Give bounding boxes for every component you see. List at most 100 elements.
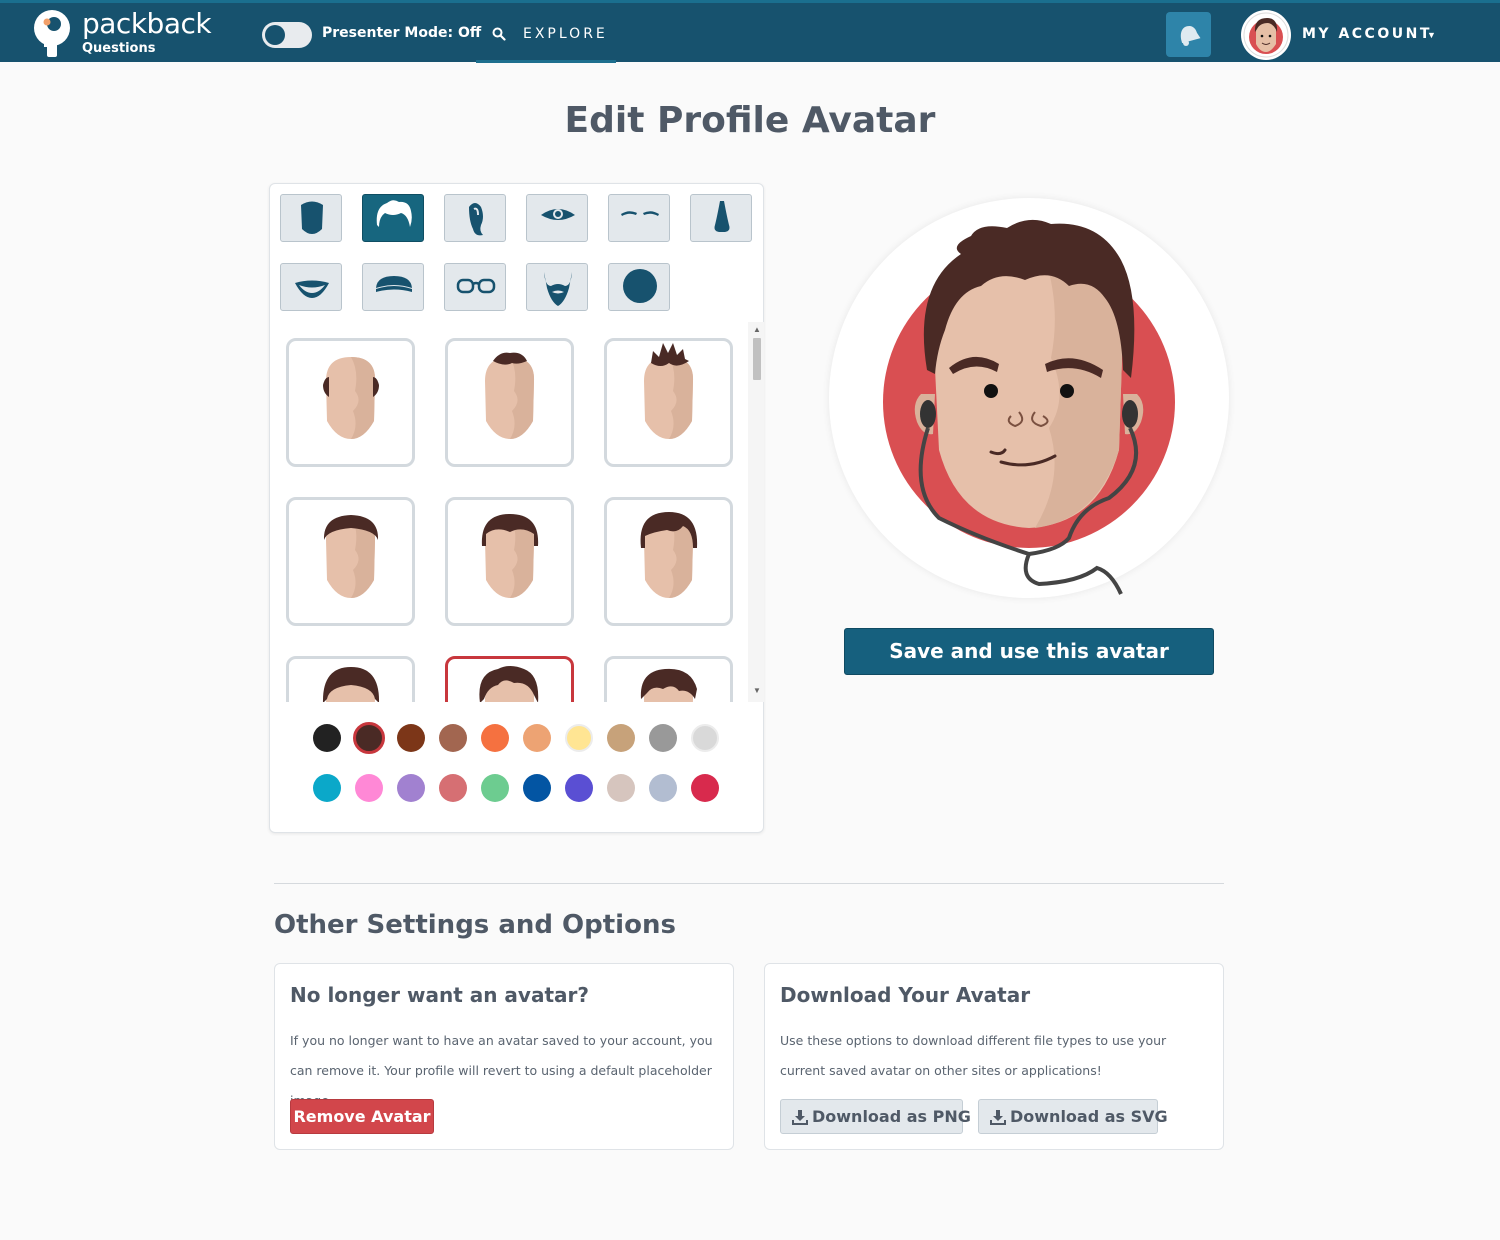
hair-option-bald-sides[interactable]: [286, 338, 415, 467]
hair-option-side-swept[interactable]: [604, 497, 733, 626]
download-card-title: Download Your Avatar: [780, 983, 1031, 1007]
bell-icon: [1180, 25, 1201, 46]
account-avatar[interactable]: [1241, 10, 1291, 60]
head-thumbnail: [640, 668, 697, 702]
hair-icon: [376, 200, 412, 227]
download-png-button[interactable]: Download as PNG: [780, 1099, 971, 1134]
tab-eyes[interactable]: [526, 194, 588, 242]
hair-option-quiff[interactable]: [604, 656, 733, 702]
color-swatch[interactable]: [649, 724, 677, 752]
color-swatch[interactable]: [565, 774, 593, 802]
eye-icon: [541, 209, 575, 220]
color-swatch[interactable]: [397, 774, 425, 802]
tab-hat[interactable]: [362, 263, 424, 311]
hair-option-short-flat[interactable]: [286, 497, 415, 626]
tab-hair[interactable]: [362, 194, 424, 242]
tab-ear[interactable]: [444, 194, 506, 242]
eyebrows-icon: [621, 211, 659, 216]
color-swatch[interactable]: [313, 774, 341, 802]
user-avatar-icon: [1243, 12, 1289, 58]
face-shape-icon: [301, 201, 323, 234]
color-swatch[interactable]: [649, 774, 677, 802]
tab-eyebrows[interactable]: [608, 194, 670, 242]
color-swatch[interactable]: [353, 722, 385, 754]
color-swatch[interactable]: [439, 724, 467, 752]
tab-background[interactable]: [608, 263, 670, 311]
color-swatch[interactable]: [607, 724, 635, 752]
scroll-thumb[interactable]: [753, 338, 761, 380]
color-swatch[interactable]: [565, 724, 593, 752]
head-thumbnail: [644, 343, 694, 439]
color-swatch[interactable]: [691, 774, 719, 802]
head-thumbnail: [481, 514, 539, 598]
tab-mouth[interactable]: [280, 263, 342, 311]
avatar-illustration: [883, 219, 1175, 595]
hair-option-crew-cut[interactable]: [286, 656, 415, 702]
hair-option-spiky[interactable]: [604, 338, 733, 467]
nose-icon: [714, 201, 730, 232]
mouth-icon: [295, 280, 329, 298]
save-avatar-button[interactable]: Save and use this avatar: [844, 628, 1214, 675]
download-png-label: Download as PNG: [812, 1107, 971, 1126]
hair-option-messy-selected[interactable]: [445, 656, 574, 702]
my-account-menu[interactable]: MY ACCOUNT: [1302, 26, 1432, 42]
avatar-preview: [829, 198, 1229, 598]
page-title: Edit Profile Avatar: [564, 100, 936, 141]
tab-face-shape[interactable]: [280, 194, 342, 242]
color-swatch[interactable]: [523, 774, 551, 802]
color-swatch[interactable]: [439, 774, 467, 802]
color-swatch[interactable]: [691, 724, 719, 752]
hair-option-short-sides[interactable]: [445, 497, 574, 626]
notifications-button[interactable]: [1166, 12, 1211, 57]
remove-card-title: No longer want an avatar?: [290, 983, 589, 1007]
beard-icon: [544, 272, 572, 306]
search-icon: [492, 27, 506, 41]
head-thumbnail: [323, 515, 379, 598]
section-divider: [274, 883, 1224, 884]
tab-beard[interactable]: [526, 263, 588, 311]
remove-avatar-card: No longer want an avatar? If you no long…: [274, 963, 734, 1150]
color-swatch[interactable]: [481, 774, 509, 802]
remove-avatar-button[interactable]: Remove Avatar: [290, 1099, 434, 1134]
head-thumbnail: [640, 512, 698, 598]
head-thumbnail: [479, 666, 539, 702]
head-thumbnail: [323, 667, 379, 702]
explore-underline: [476, 60, 616, 63]
download-svg-label: Download as SVG: [1010, 1107, 1168, 1126]
color-swatch[interactable]: [397, 724, 425, 752]
scroll-down-arrow[interactable]: ▼: [753, 686, 761, 695]
ear-icon: [469, 203, 483, 236]
packback-logo[interactable]: packback Questions: [30, 5, 220, 63]
head-thumbnail: [485, 352, 535, 439]
download-icon: [792, 1110, 808, 1125]
explore-label: EXPLORE: [523, 26, 608, 42]
avatar-editor-panel: ▲ ▼: [269, 183, 764, 833]
tab-glasses[interactable]: [444, 263, 506, 311]
head-thumbnail: [323, 357, 379, 439]
other-settings-title: Other Settings and Options: [274, 910, 676, 940]
chevron-down-icon[interactable]: ▼: [1427, 30, 1436, 40]
color-swatch[interactable]: [523, 724, 551, 752]
hair-option-top-tuft[interactable]: [445, 338, 574, 467]
download-card-body: Use these options to download different …: [780, 1033, 1167, 1078]
presenter-mode-toggle[interactable]: [262, 22, 312, 48]
top-navbar: packback Questions Presenter Mode: Off E…: [0, 0, 1500, 65]
brand-subtitle: Questions: [82, 41, 156, 56]
explore-link[interactable]: EXPLORE: [476, 3, 616, 65]
hair-options-grid: [271, 322, 748, 702]
background-circle-icon: [623, 269, 657, 303]
logo-icon: [34, 10, 70, 57]
color-swatch[interactable]: [313, 724, 341, 752]
color-swatch[interactable]: [355, 774, 383, 802]
glasses-icon: [456, 278, 496, 294]
scroll-up-arrow[interactable]: ▲: [753, 325, 761, 334]
download-avatar-card: Download Your Avatar Use these options t…: [764, 963, 1224, 1150]
presenter-mode-label: Presenter Mode: Off: [322, 25, 482, 41]
tab-nose[interactable]: [690, 194, 752, 242]
download-svg-button[interactable]: Download as SVG: [978, 1099, 1168, 1134]
brand-name: packback: [82, 7, 212, 40]
color-swatch[interactable]: [481, 724, 509, 752]
color-swatch[interactable]: [607, 774, 635, 802]
toggle-knob: [265, 25, 285, 45]
options-scrollbar[interactable]: ▲ ▼: [748, 322, 764, 702]
